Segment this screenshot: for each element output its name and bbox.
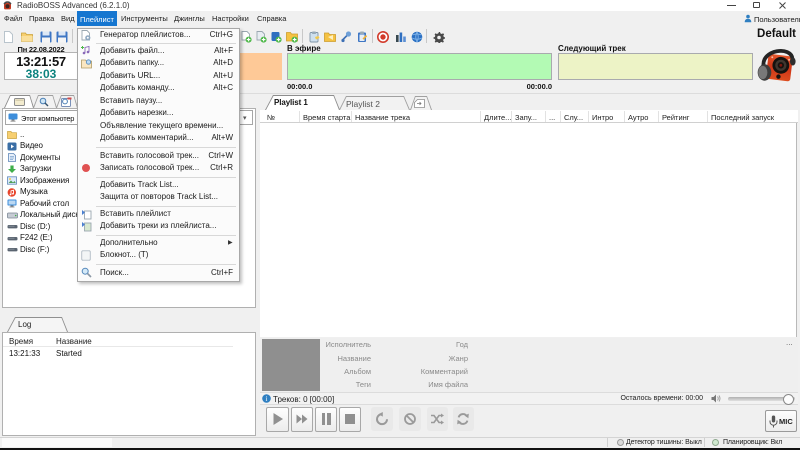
svg-text:i: i — [266, 395, 268, 403]
